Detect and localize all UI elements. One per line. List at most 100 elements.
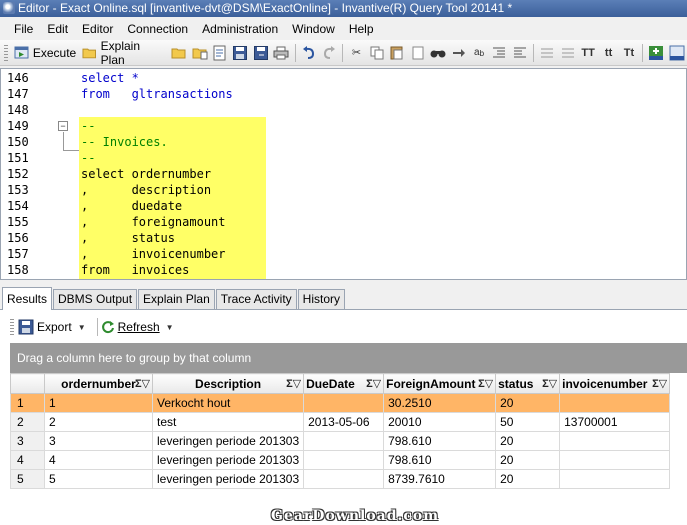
save-as-icon[interactable]	[253, 45, 269, 61]
open-folder-icon[interactable]	[171, 45, 187, 61]
table-row[interactable]: 5 5 leveringen periode 201303 8739.7610 …	[10, 469, 671, 489]
cut-icon[interactable]: ✂	[348, 45, 364, 61]
cell-status[interactable]: 50	[495, 412, 561, 432]
redo-icon[interactable]	[321, 45, 337, 61]
uncomment-icon[interactable]	[560, 45, 576, 61]
menu-window[interactable]: Window	[286, 22, 341, 36]
cell-foreignamount[interactable]: 798.610	[383, 450, 497, 470]
cell-foreignamount[interactable]: 8739.7610	[383, 469, 497, 489]
cell-status[interactable]: 20	[495, 393, 561, 413]
table-row[interactable]: 4 4 leveringen periode 201303 798.610 20	[10, 450, 671, 470]
toolbar-grip[interactable]	[10, 319, 14, 335]
cell-duedate[interactable]: 2013-05-06	[303, 412, 385, 432]
replace-icon[interactable]: ab	[471, 45, 487, 61]
find-icon[interactable]	[430, 45, 446, 61]
results-grid[interactable]: ordernumber Σ▽ Description Σ▽ DueDate Σ▽ Fo…	[10, 373, 671, 489]
sum-filter-icon[interactable]: Σ▽	[652, 377, 667, 390]
cell-description[interactable]: leveringen periode 201303	[151, 469, 305, 489]
undo-icon[interactable]	[301, 45, 317, 61]
open-recent-icon[interactable]	[191, 45, 208, 61]
table-row[interactable]: 3 3 leveringen periode 201303 798.610 20	[10, 431, 671, 451]
column-header-status[interactable]: status Σ▽	[495, 373, 561, 394]
cell-duedate[interactable]	[303, 431, 385, 451]
sum-filter-icon[interactable]: Σ▽	[366, 377, 381, 390]
find-next-icon[interactable]	[450, 45, 466, 61]
sql-run-icon[interactable]	[669, 45, 685, 61]
column-header-description[interactable]: Description Σ▽	[151, 373, 305, 394]
lowercase-icon[interactable]: tt	[600, 45, 616, 61]
line-number: 155	[7, 215, 29, 229]
paste-icon[interactable]	[389, 45, 405, 61]
sum-filter-icon[interactable]: Σ▽	[478, 377, 493, 390]
column-header-foreignamount[interactable]: ForeignAmount Σ▽	[383, 373, 497, 394]
cell-ordernumber[interactable]: 2	[44, 412, 153, 432]
tab-dbms-output[interactable]: DBMS Output	[53, 289, 138, 309]
print-icon[interactable]	[273, 45, 289, 61]
menu-file[interactable]: File	[8, 22, 39, 36]
cell-ordernumber[interactable]: 1	[44, 393, 153, 413]
cell-description[interactable]: test	[151, 412, 305, 432]
cell-description[interactable]: Verkocht hout	[151, 393, 305, 413]
cell-description[interactable]: leveringen periode 201303	[151, 450, 305, 470]
cell-ordernumber[interactable]: 3	[44, 431, 153, 451]
sum-filter-icon[interactable]: Σ▽	[135, 377, 150, 390]
column-header-ordernumber[interactable]: ordernumber Σ▽	[44, 373, 153, 394]
output-tabs: Results DBMS Output Explain Plan Trace A…	[0, 286, 687, 310]
sql-file-icon[interactable]	[212, 45, 228, 61]
table-row[interactable]: 2 2 test 2013-05-06 20010 50 13700001	[10, 412, 671, 432]
execute-button[interactable]: Execute	[12, 43, 78, 63]
cell-invoicenumber[interactable]	[559, 469, 671, 489]
menu-connection[interactable]: Connection	[121, 22, 194, 36]
uppercase-icon[interactable]: TT	[580, 45, 596, 61]
menu-bar: File Edit Editor Connection Administrati…	[0, 17, 687, 40]
menu-edit[interactable]: Edit	[41, 22, 74, 36]
sql-add-icon[interactable]	[648, 45, 664, 61]
refresh-button[interactable]: Refresh ▼	[101, 320, 174, 334]
cell-ordernumber[interactable]: 5	[44, 469, 153, 489]
comment-icon[interactable]	[539, 45, 555, 61]
cell-duedate[interactable]	[303, 393, 385, 413]
toolbar-grip[interactable]	[4, 44, 8, 61]
cell-status[interactable]: 20	[495, 431, 561, 451]
cell-foreignamount[interactable]: 798.610	[383, 431, 497, 451]
outdent-icon[interactable]	[512, 45, 528, 61]
cell-invoicenumber[interactable]	[559, 393, 671, 413]
sql-editor[interactable]: 146 select * 147 from gltransactions 148 1…	[0, 68, 687, 280]
tab-results[interactable]: Results	[2, 287, 53, 310]
export-button[interactable]: Export ▼	[18, 319, 86, 335]
cell-description[interactable]: leveringen periode 201303	[151, 431, 305, 451]
cell-foreignamount[interactable]: 20010	[383, 412, 497, 432]
cell-duedate[interactable]	[303, 469, 385, 489]
cell-invoicenumber[interactable]: 13700001	[559, 412, 671, 432]
tab-explain-plan[interactable]: Explain Plan	[138, 289, 215, 309]
tab-trace-activity[interactable]: Trace Activity	[215, 289, 297, 309]
cell-status[interactable]: 20	[495, 450, 561, 470]
tab-history[interactable]: History	[297, 289, 346, 309]
explain-plan-button[interactable]: Explain Plan	[80, 39, 167, 67]
cell-status[interactable]: 20	[495, 469, 561, 489]
group-by-panel[interactable]: Drag a column here to group by that colu…	[10, 343, 687, 373]
cell-foreignamount[interactable]: 30.2510	[383, 393, 497, 413]
menu-editor[interactable]: Editor	[76, 22, 119, 36]
sum-filter-icon[interactable]: Σ▽	[286, 377, 301, 390]
sum-filter-icon[interactable]: Σ▽	[542, 377, 557, 390]
menu-help[interactable]: Help	[343, 22, 380, 36]
titlecase-icon[interactable]: Tt	[621, 45, 637, 61]
collapse-icon[interactable]: −	[58, 121, 68, 131]
clear-icon[interactable]	[410, 45, 426, 61]
menu-administration[interactable]: Administration	[196, 22, 284, 36]
column-header-duedate[interactable]: DueDate Σ▽	[303, 373, 385, 394]
cell-invoicenumber[interactable]	[559, 450, 671, 470]
indent-icon[interactable]	[491, 45, 507, 61]
cell-invoicenumber[interactable]	[559, 431, 671, 451]
cell-ordernumber[interactable]: 4	[44, 450, 153, 470]
fold-guide	[63, 150, 79, 151]
line-code: -- Invoices.	[81, 135, 168, 149]
cell-duedate[interactable]	[303, 450, 385, 470]
line-number: 157	[7, 247, 29, 261]
column-header-invoicenumber[interactable]: invoicenumber Σ▽	[559, 373, 671, 394]
copy-icon[interactable]	[369, 45, 385, 61]
save-icon[interactable]	[232, 45, 248, 61]
table-row[interactable]: 1 1 Verkocht hout 30.2510 20	[10, 393, 671, 413]
execute-icon	[14, 46, 29, 58]
